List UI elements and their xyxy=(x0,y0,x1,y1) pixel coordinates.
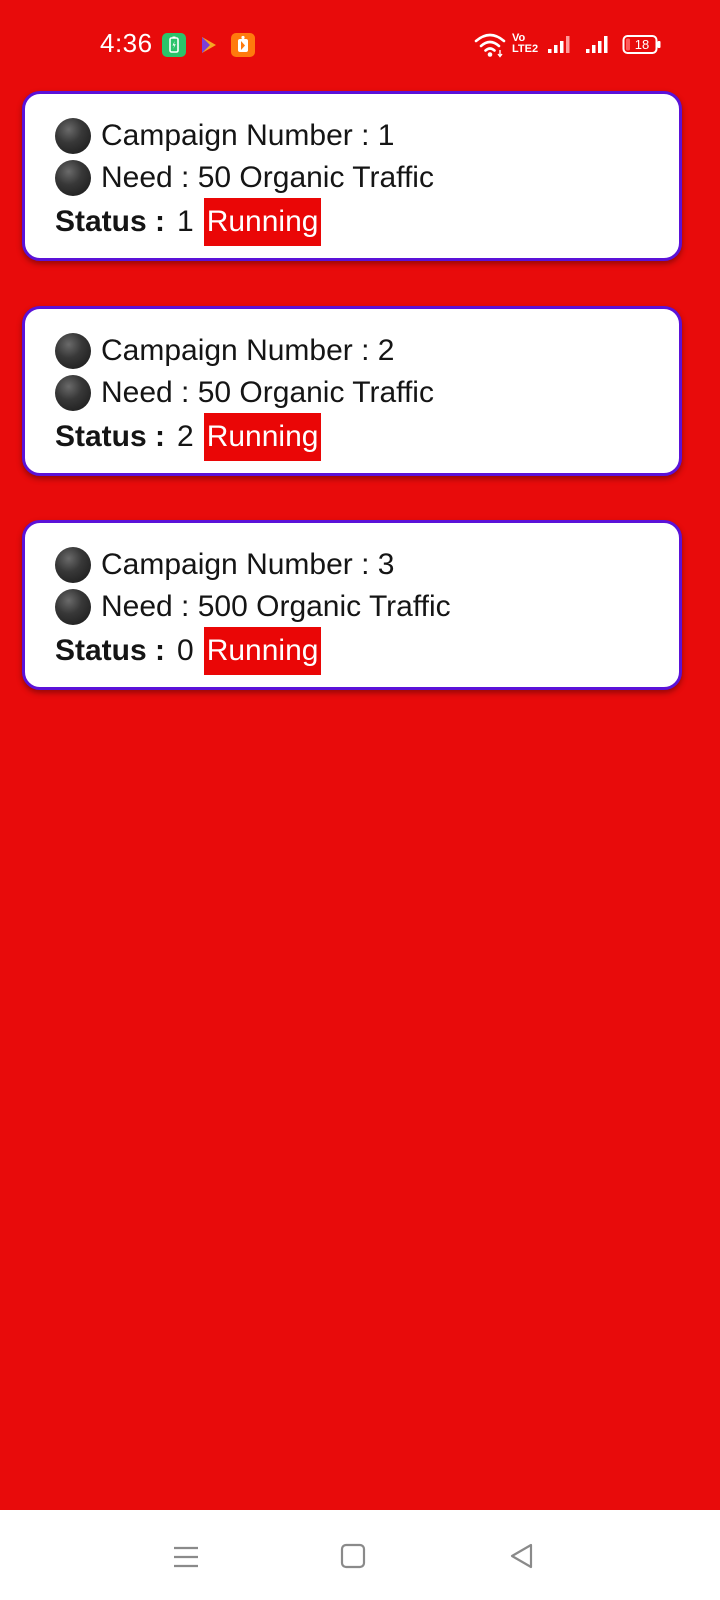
bullet-icon xyxy=(55,118,91,154)
campaign-number-row: Campaign Number : 2 xyxy=(55,331,394,371)
bullet-icon xyxy=(55,160,91,196)
bullet-icon xyxy=(55,547,91,583)
campaign-need: Need : 500 Organic Traffic xyxy=(101,590,451,623)
campaign-status-row: Status : 2 Running xyxy=(55,413,322,461)
bullet-icon xyxy=(55,589,91,625)
campaign-need-row: Need : 50 Organic Traffic xyxy=(55,373,434,413)
battery-saver-app-icon xyxy=(162,33,186,57)
volte-label: Vo LTE2 xyxy=(512,32,539,55)
clock: 4:36 xyxy=(100,28,153,58)
status-count: 2 xyxy=(177,420,194,453)
campaign-status-row: Status : 1 Running xyxy=(55,198,322,246)
menu-icon[interactable] xyxy=(170,1540,204,1574)
campaign-need-row: Need : 50 Organic Traffic xyxy=(55,158,434,198)
status-label: Status : xyxy=(55,205,166,238)
status-label: Status : xyxy=(55,634,166,667)
play-app-icon xyxy=(197,33,221,57)
campaign-need-row: Need : 500 Organic Traffic xyxy=(55,587,451,627)
orange-app-icon xyxy=(231,33,255,57)
campaign-number: Campaign Number : 3 xyxy=(101,548,395,581)
campaign-need: Need : 50 Organic Traffic xyxy=(101,376,434,409)
volte-icon: Vo LTE2 xyxy=(512,30,542,60)
status-badge: Running xyxy=(203,198,322,246)
status-count: 1 xyxy=(177,205,194,238)
home-icon[interactable] xyxy=(338,1540,372,1574)
back-icon[interactable] xyxy=(506,1540,540,1574)
wifi-icon xyxy=(474,30,506,60)
status-badge: Running xyxy=(203,413,322,461)
campaign-number: Campaign Number : 2 xyxy=(101,334,395,367)
campaign-need: Need : 50 Organic Traffic xyxy=(101,161,434,194)
bullet-icon xyxy=(55,333,91,369)
campaign-card[interactable]: Campaign Number : 2 Need : 50 Organic Tr… xyxy=(22,306,682,476)
battery-level: 18 xyxy=(634,37,650,52)
campaign-number-row: Campaign Number : 1 xyxy=(55,116,394,156)
campaign-card[interactable]: Campaign Number : 1 Need : 50 Organic Tr… xyxy=(22,91,682,261)
battery-icon: 18 xyxy=(622,30,662,60)
bullet-icon xyxy=(55,375,91,411)
signal-2-icon xyxy=(584,30,614,60)
campaign-status-row: Status : 0 Running xyxy=(55,627,322,675)
signal-1-icon xyxy=(546,30,574,60)
campaign-number: Campaign Number : 1 xyxy=(101,119,395,152)
campaign-card[interactable]: Campaign Number : 3 Need : 500 Organic T… xyxy=(22,520,682,690)
status-count: 0 xyxy=(177,634,194,667)
status-badge: Running xyxy=(203,627,322,675)
navigation-bar xyxy=(0,1510,720,1600)
status-label: Status : xyxy=(55,420,166,453)
status-bar: 4:36 Vo LTE2 18 xyxy=(0,0,720,90)
campaign-number-row: Campaign Number : 3 xyxy=(55,545,394,585)
